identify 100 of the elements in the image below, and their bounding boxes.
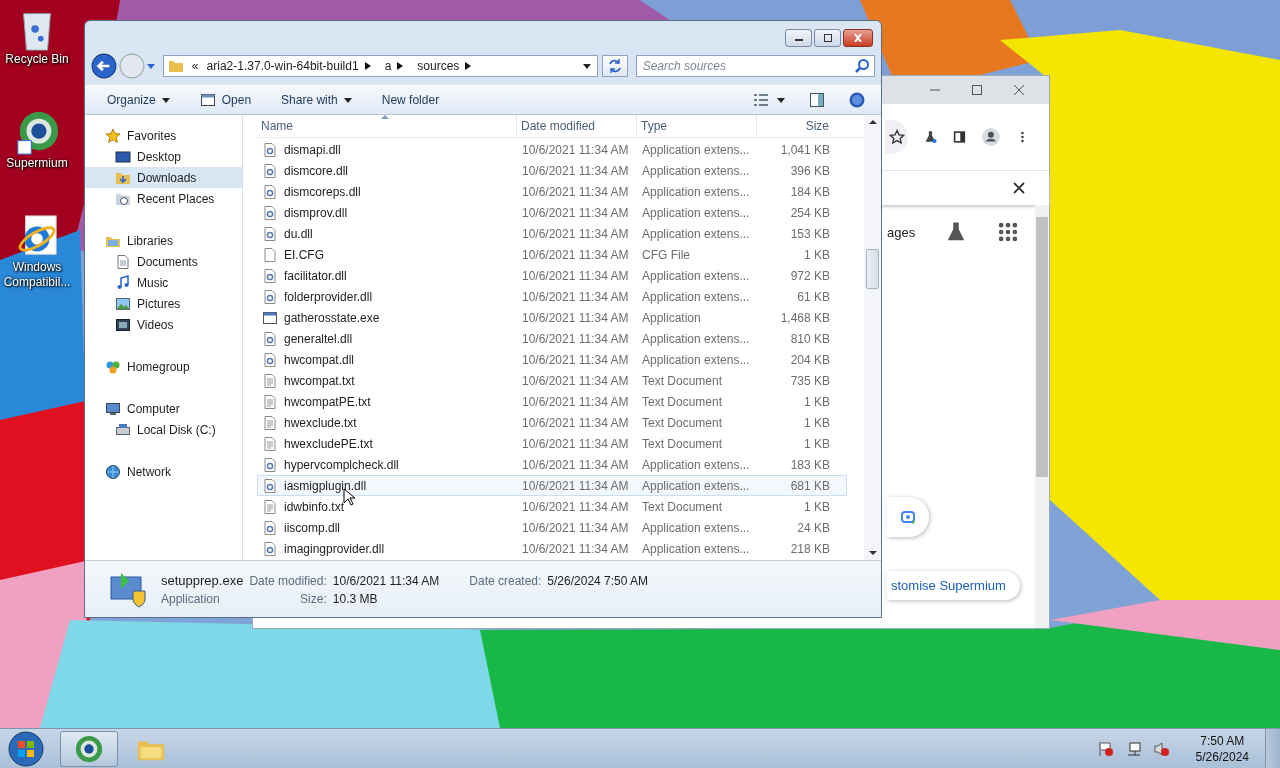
maximize-button[interactable]: [814, 29, 841, 47]
profile-icon[interactable]: [982, 126, 1001, 148]
address-bar[interactable]: « aria2-1.37.0-win-64bit-build1 a sources: [162, 55, 598, 77]
menu-button[interactable]: Share with: [273, 90, 360, 110]
column-header[interactable]: Date modified: [517, 115, 637, 137]
address-bar-end[interactable]: [885, 120, 909, 154]
customise-button[interactable]: stomise Supermium: [887, 571, 1020, 600]
preview-pane-icon[interactable]: [809, 92, 825, 108]
start-button[interactable]: [8, 730, 44, 767]
arrow-icon[interactable]: [397, 62, 404, 70]
file-row[interactable]: dismapi.dll 10/6/2021 11:34 AM Application extens... 1,041 KB: [257, 139, 847, 160]
file-row[interactable]: iasmigplugin.dll 10/6/2021 11:34 AM Application extens... 681 KB: [257, 475, 847, 496]
file-row[interactable]: imagingprovider.dll 10/6/2021 11:34 AM Application extens... 218 KB: [257, 538, 847, 559]
arrow-icon[interactable]: [465, 62, 472, 70]
gear-file-icon: [262, 204, 278, 221]
breadcrumb-item[interactable]: aria2-1.37.0-win-64bit-build1: [206, 59, 359, 73]
file-row[interactable]: hwcompat.dll 10/6/2021 11:34 AM Application extens... 204 KB: [257, 349, 847, 370]
scroll-thumb[interactable]: [866, 249, 879, 289]
lens-button[interactable]: [887, 497, 929, 537]
network-icon[interactable]: [1125, 740, 1142, 757]
search-icon[interactable]: [854, 58, 870, 74]
file-name: facilitator.dll: [284, 268, 347, 283]
taskbar-button[interactable]: [60, 730, 118, 767]
breadcrumb-overflow[interactable]: «: [191, 59, 199, 73]
nav-item[interactable]: Homegroup: [85, 356, 242, 377]
file-row[interactable]: iiscomp.dll 10/6/2021 11:34 AM Application extens... 24 KB: [257, 517, 847, 538]
file-row[interactable]: du.dll 10/6/2021 11:34 AM Application extens... 153 KB: [257, 223, 847, 244]
file-row[interactable]: hwcompat.txt 10/6/2021 11:34 AM Text Document 735 KB: [257, 370, 847, 391]
star-icon[interactable]: [889, 129, 905, 145]
file-row[interactable]: facilitator.dll 10/6/2021 11:34 AM Application extens... 972 KB: [257, 265, 847, 286]
nav-item[interactable]: Desktop: [85, 146, 242, 167]
maximize-icon[interactable]: [971, 84, 983, 96]
date-cell-text: 10/6/2021 11:34 AM: [521, 520, 630, 535]
images-link[interactable]: ages: [887, 224, 916, 240]
file-name: hypervcomplcheck.dll: [284, 457, 399, 472]
menu-button[interactable]: Organize: [99, 90, 178, 110]
file-row[interactable]: idwbinfo.txt 10/6/2021 11:34 AM Text Document 1 KB: [257, 496, 847, 517]
sort-arrow-icon: [381, 115, 389, 119]
scroll-up-icon[interactable]: [868, 119, 877, 125]
nav-item[interactable]: Documents: [85, 251, 242, 272]
close-icon[interactable]: [1013, 84, 1025, 96]
arrow-icon[interactable]: [364, 62, 371, 70]
gear-file-icon: [262, 519, 278, 536]
clock[interactable]: 7:50 AM 5/26/2024: [1195, 732, 1249, 765]
file-row[interactable]: hypervcomplcheck.dll 10/6/2021 11:34 AM Application extens... 183 KB: [257, 454, 847, 475]
scroll-down-icon[interactable]: [868, 550, 877, 556]
scrollbar[interactable]: [864, 115, 881, 560]
nav-item[interactable]: Computer: [85, 398, 242, 419]
column-header[interactable]: Type: [637, 115, 757, 137]
minimize-button[interactable]: [785, 29, 812, 47]
nav-item[interactable]: Libraries: [85, 230, 242, 251]
breadcrumb-item[interactable]: a: [384, 59, 392, 73]
toolbar-button[interactable]: New folder: [373, 90, 448, 110]
application-icon: [262, 309, 278, 326]
speaker-icon[interactable]: [1153, 740, 1170, 757]
file-row[interactable]: dismcoreps.dll 10/6/2021 11:34 AM Application extens... 184 KB: [257, 181, 847, 202]
dropdown-arrow-icon[interactable]: [777, 96, 785, 104]
side-panel-icon[interactable]: [953, 129, 967, 145]
browser-shortcut-icon[interactable]: [14, 110, 60, 156]
search-field[interactable]: Search sources: [635, 55, 875, 77]
view-options-icon[interactable]: [753, 92, 769, 108]
help-icon[interactable]: [849, 92, 865, 108]
close-icon[interactable]: [1011, 180, 1027, 196]
nav-item[interactable]: Music: [85, 272, 242, 293]
breadcrumb-item[interactable]: sources: [417, 59, 460, 73]
scroll-thumb[interactable]: [1036, 217, 1048, 477]
file-row[interactable]: folderprovider.dll 10/6/2021 11:34 AM Application extens... 61 KB: [257, 286, 847, 307]
nav-item[interactable]: Recent Places: [85, 188, 242, 209]
nav-item[interactable]: Pictures: [85, 293, 242, 314]
nav-item[interactable]: Favorites: [85, 125, 242, 146]
refresh-button[interactable]: [601, 55, 628, 77]
date-cell-text: 10/6/2021 11:34 AM: [521, 457, 630, 472]
apps-grid-icon[interactable]: [999, 222, 1018, 242]
file-row[interactable]: hwexcludePE.txt 10/6/2021 11:34 AM Text Document 1 KB: [257, 433, 847, 454]
file-row[interactable]: hwcompatPE.txt 10/6/2021 11:34 AM Text Document 1 KB: [257, 391, 847, 412]
disk-icon: [115, 421, 131, 438]
back-button[interactable]: [91, 53, 117, 79]
size-cell-text: 810 KB: [789, 331, 831, 346]
file-row[interactable]: EI.CFG 10/6/2021 11:34 AM CFG File 1 KB: [257, 244, 847, 265]
flask-icon[interactable]: [924, 129, 938, 145]
toolbar-button[interactable]: Open: [191, 89, 260, 111]
flag-icon[interactable]: [1097, 740, 1114, 757]
file-row[interactable]: gatherosstate.exe 10/6/2021 11:34 AM Application 1,468 KB: [257, 307, 847, 328]
file-row[interactable]: dismcore.dll 10/6/2021 11:34 AM Application extens... 396 KB: [257, 160, 847, 181]
nav-item[interactable]: Local Disk (C:): [85, 419, 242, 440]
column-header[interactable]: Size: [757, 115, 833, 137]
nav-item[interactable]: Downloads: [85, 167, 242, 188]
refresh-icon: [606, 58, 623, 74]
file-row[interactable]: dismprov.dll 10/6/2021 11:34 AM Application extens... 254 KB: [257, 202, 847, 223]
file-row[interactable]: generaltel.dll 10/6/2021 11:34 AM Application extens... 810 KB: [257, 328, 847, 349]
dropdown-arrow-icon[interactable]: [582, 62, 591, 70]
nav-item[interactable]: Videos: [85, 314, 242, 335]
date-cell-text: 10/6/2021 11:34 AM: [521, 331, 630, 346]
file-row[interactable]: hwexclude.txt 10/6/2021 11:34 AM Text Document 1 KB: [257, 412, 847, 433]
size-cell-text: 218 KB: [789, 541, 831, 556]
scrollbar[interactable]: [1035, 205, 1049, 628]
camera-icon: [900, 509, 916, 525]
nav-item[interactable]: Network: [85, 461, 242, 482]
close-button[interactable]: [843, 29, 873, 47]
desktop-icon: [115, 148, 131, 165]
